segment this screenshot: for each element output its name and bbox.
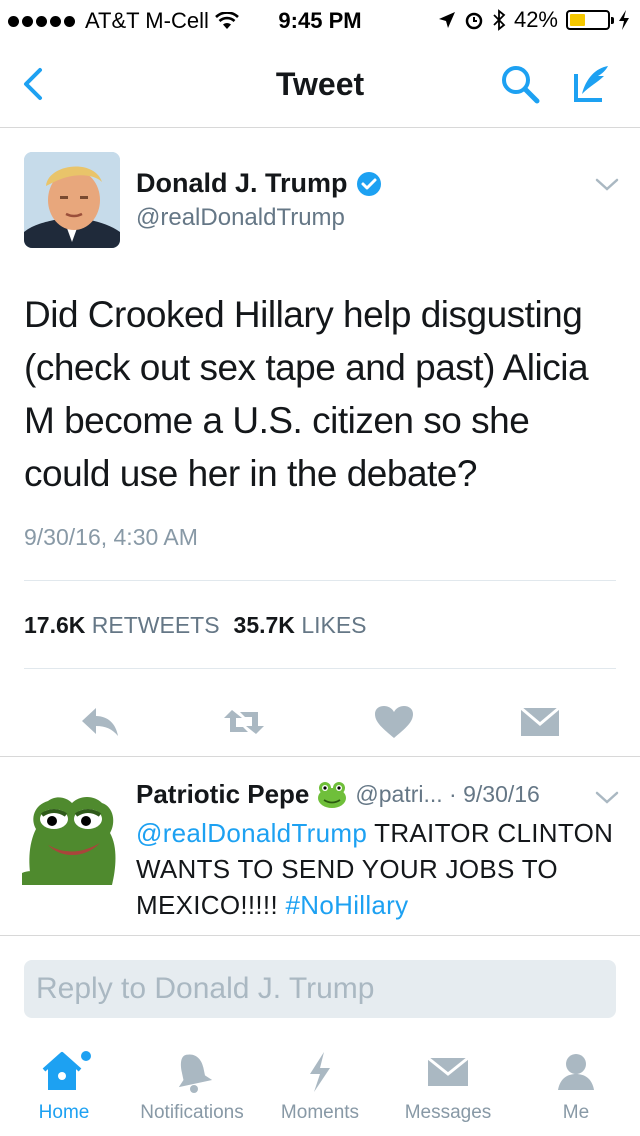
author-handle[interactable]: @realDonaldTrump xyxy=(136,204,345,232)
tab-label: Messages xyxy=(404,1102,492,1123)
chevron-down-icon[interactable] xyxy=(594,789,620,807)
bell-icon xyxy=(178,1054,213,1093)
reply-header: Patriotic Pepe @patri... · 9/30/16 xyxy=(136,779,540,810)
reply-icon[interactable] xyxy=(78,704,122,740)
retweets-count: 17.6K xyxy=(24,612,86,638)
tweet-timestamp: 9/30/16, 4:30 AM xyxy=(24,524,198,550)
tab-notifications[interactable]: Notifications xyxy=(128,1050,256,1136)
tweet-text: Did Crooked Hillary help disgusting (che… xyxy=(24,294,589,494)
envelope-icon xyxy=(427,1056,469,1086)
retweets-label: RETWEETS xyxy=(91,612,220,638)
like-heart-icon[interactable] xyxy=(372,704,416,740)
reply-author-name[interactable]: Patriotic Pepe xyxy=(136,779,309,810)
direct-message-icon[interactable] xyxy=(518,704,562,740)
reply-input[interactable]: Reply to Donald J. Trump xyxy=(24,960,616,1018)
status-right-group: 42% xyxy=(438,7,630,33)
divider xyxy=(24,668,616,669)
retweet-icon[interactable] xyxy=(222,704,266,740)
person-icon xyxy=(558,1054,594,1090)
retweets-stat[interactable]: 17.6K RETWEETS xyxy=(24,612,220,638)
avatar-portrait-image xyxy=(24,152,120,248)
battery-icon xyxy=(566,10,614,30)
navigation-bar: Tweet xyxy=(0,40,640,128)
charging-bolt-icon xyxy=(619,10,629,30)
home-icon xyxy=(42,1051,91,1090)
tab-me[interactable]: Me xyxy=(512,1050,640,1136)
tweet-actions xyxy=(0,688,640,758)
author-name[interactable]: Donald J. Trump xyxy=(136,168,382,199)
likes-label: LIKES xyxy=(301,612,367,638)
pepe-avatar[interactable] xyxy=(22,785,122,885)
tab-home[interactable]: Home xyxy=(0,1050,128,1136)
tab-label: Me xyxy=(562,1102,590,1123)
lightning-icon xyxy=(310,1052,330,1092)
hashtag-link[interactable]: #NoHillary xyxy=(286,890,409,920)
tab-messages[interactable]: Messages xyxy=(384,1050,512,1136)
chevron-down-icon[interactable] xyxy=(594,176,620,194)
frog-face-icon xyxy=(318,781,347,808)
location-arrow-icon xyxy=(438,12,455,28)
likes-count: 35.7K xyxy=(233,612,295,638)
author-name-text: Donald J. Trump xyxy=(136,168,348,198)
status-bar: AT&T M-Cell 9:45 PM 42% xyxy=(0,0,640,40)
reply-text: @realDonaldTrump TRAITOR CLINTON WANTS T… xyxy=(136,815,616,923)
tab-bar: Home Notifications Moments Messages Me xyxy=(0,1044,640,1136)
bluetooth-icon xyxy=(493,9,506,31)
compose-icon[interactable] xyxy=(570,62,614,106)
tweet-stats: 17.6K RETWEETS 35.7K LIKES xyxy=(24,612,367,639)
divider xyxy=(24,580,616,581)
search-icon[interactable] xyxy=(498,62,542,106)
tab-moments[interactable]: Moments xyxy=(256,1050,384,1136)
reply-tweet[interactable]: Patriotic Pepe @patri... · 9/30/16 @real… xyxy=(0,756,640,936)
tab-label: Moments xyxy=(280,1102,360,1123)
tab-label: Notifications xyxy=(140,1102,244,1123)
avatar[interactable] xyxy=(24,152,120,248)
likes-stat[interactable]: 35.7K LIKES xyxy=(234,612,367,638)
tab-label: Home xyxy=(38,1102,90,1123)
battery-percent: 42% xyxy=(513,7,558,32)
mention-link[interactable]: @realDonaldTrump xyxy=(136,818,367,848)
alarm-icon xyxy=(465,12,483,30)
page-title: Tweet xyxy=(275,66,365,102)
verified-badge-icon xyxy=(356,171,381,196)
reply-handle-date: @patri... · 9/30/16 xyxy=(355,781,540,807)
